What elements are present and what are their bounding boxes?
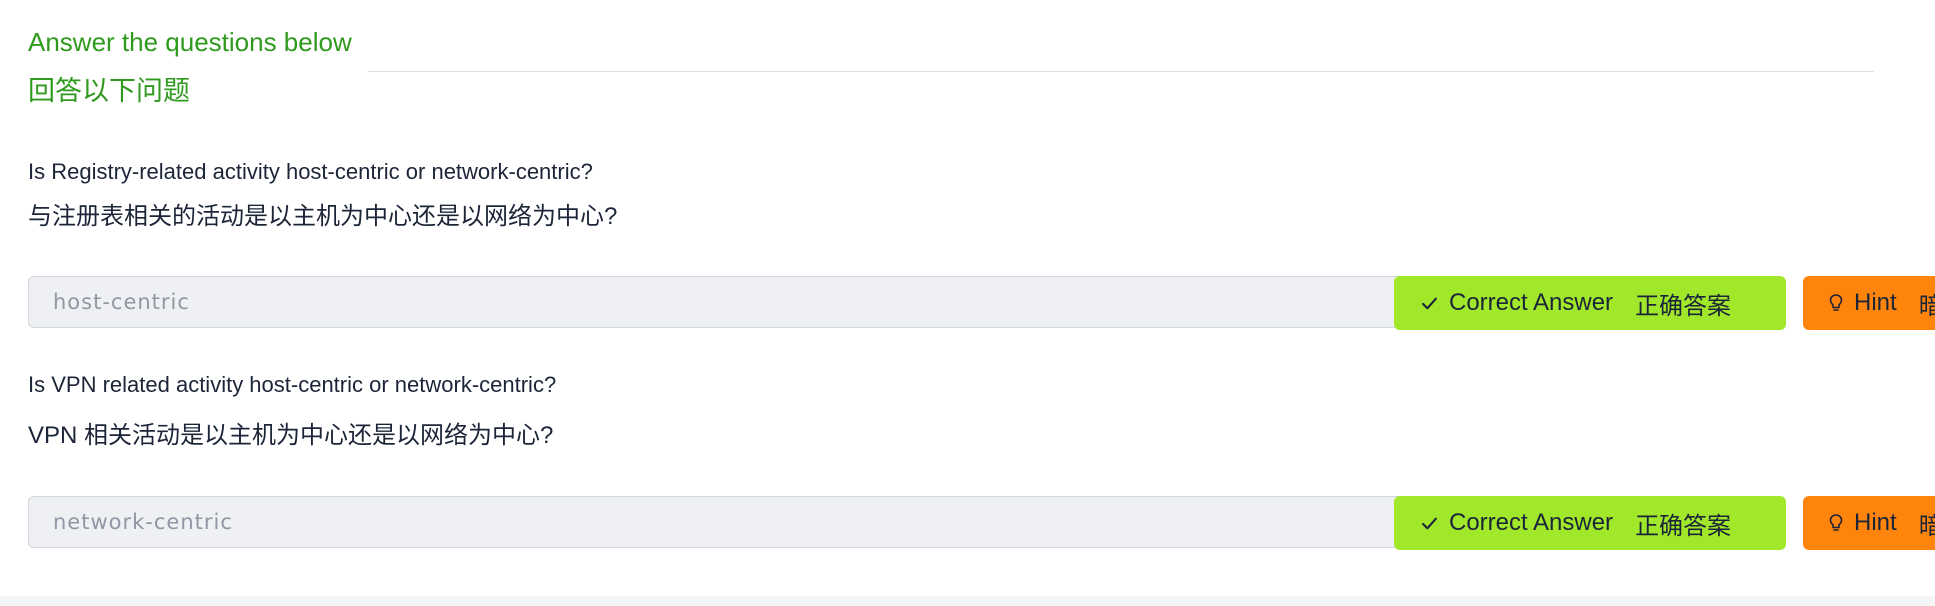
hint-label-en: Hint xyxy=(1854,509,1897,536)
hint-label-en: Hint xyxy=(1854,289,1897,316)
hint-button[interactable]: Hint 暗示 xyxy=(1803,276,1935,330)
correct-answer-button[interactable]: Correct Answer 正确答案 xyxy=(1394,276,1786,330)
lightbulb-icon xyxy=(1828,293,1844,313)
check-icon xyxy=(1419,513,1439,533)
answer-row: Correct Answer 正确答案 Hint 暗示 xyxy=(28,276,1935,330)
question-text-zh: 与注册表相关的活动是以主机为中心还是以网络为中心? xyxy=(28,203,618,230)
question-panel: Answer the questions below 回答以下问题 Is Reg… xyxy=(0,0,1935,596)
hint-label-zh: 暗示 xyxy=(1918,292,1935,320)
hint-button[interactable]: Hint 暗示 xyxy=(1803,496,1935,550)
question-text-en: Is Registry-related activity host-centri… xyxy=(28,159,593,184)
header-divider xyxy=(368,71,1874,72)
correct-answer-label-zh: 正确答案 xyxy=(1635,292,1732,320)
correct-answer-button[interactable]: Correct Answer 正确答案 xyxy=(1394,496,1786,550)
lightbulb-icon xyxy=(1828,513,1844,533)
correct-answer-label-en: Correct Answer xyxy=(1449,509,1614,536)
check-icon xyxy=(1419,293,1439,313)
question-text-en: Is VPN related activity host-centric or … xyxy=(28,372,557,397)
header-title-zh: 回答以下问题 xyxy=(28,76,190,106)
answer-input[interactable] xyxy=(28,276,1428,328)
hint-label-zh: 暗示 xyxy=(1918,512,1935,540)
question-text-zh: VPN 相关活动是以主机为中心还是以网络为中心? xyxy=(28,422,554,449)
question-2: Is VPN related activity host-centric or … xyxy=(28,368,1935,558)
correct-answer-label-zh: 正确答案 xyxy=(1635,512,1732,540)
answer-input[interactable] xyxy=(28,496,1428,548)
header-title-en: Answer the questions below xyxy=(28,27,352,57)
correct-answer-label-en: Correct Answer xyxy=(1449,289,1614,316)
question-1: Is Registry-related activity host-centri… xyxy=(28,155,1935,345)
answer-row: Correct Answer 正确答案 Hint 暗示 xyxy=(28,496,1935,550)
task-questions-header: Answer the questions below 回答以下问题 xyxy=(28,24,1878,114)
